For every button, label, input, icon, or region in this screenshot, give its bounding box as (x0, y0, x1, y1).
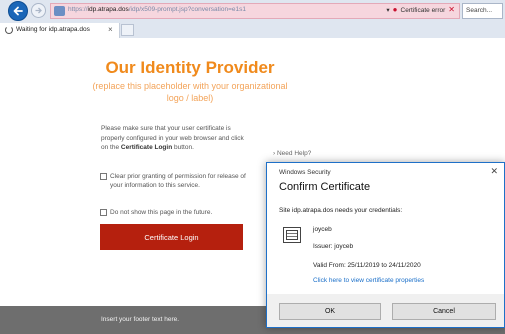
dialog-close-icon[interactable]: ✕ (490, 166, 498, 177)
address-bar[interactable]: https://idp.atrapa.dos/idp/x509-prompt.j… (50, 3, 460, 19)
clear-consent-label: Clear prior granting of permission for r… (110, 173, 246, 189)
certificate-issuer: Issuer: joyceb (313, 243, 354, 250)
tab-active[interactable]: Waiting for idp.atrapa.dos × (0, 23, 120, 38)
tab-title: Waiting for idp.atrapa.dos (16, 26, 90, 33)
confirm-certificate-dialog: Windows Security ✕ Confirm Certificate S… (266, 162, 505, 328)
certificate-name[interactable]: joyceb (313, 226, 332, 233)
url-text: https://idp.atrapa.dos/idp/x509-prompt.j… (68, 6, 246, 13)
instructions-text: Please make sure that your user certific… (101, 125, 244, 151)
address-dropdown-icon[interactable]: ▾ (386, 6, 389, 14)
dialog-button-bar: OK Cancel (267, 294, 504, 327)
browser-chrome: https://idp.atrapa.dos/idp/x509-prompt.j… (0, 0, 505, 38)
certificate-error-group: ▾ ● Certificate error ✕ (386, 5, 455, 15)
dialog-message: Site idp.atrapa.dos needs your credentia… (279, 207, 403, 214)
view-certificate-properties-link[interactable]: Click here to view certificate propertie… (313, 277, 424, 284)
back-button[interactable] (8, 1, 28, 21)
certificate-error-label[interactable]: Certificate error (401, 7, 446, 14)
page-title: Our Identity Provider (105, 58, 275, 77)
need-help-link[interactable]: › Need Help? (273, 150, 311, 157)
arrow-left-icon (13, 6, 23, 16)
forward-button[interactable] (31, 3, 46, 18)
footer-text: Insert your footer text here. (101, 316, 180, 323)
close-icon[interactable]: ✕ (448, 6, 455, 14)
site-favicon-icon (54, 6, 65, 16)
loading-spinner-icon (5, 26, 13, 34)
certificate-login-button[interactable]: Certificate Login (100, 224, 243, 250)
tab-close-icon[interactable]: × (108, 25, 113, 34)
dialog-caption: Windows Security (279, 169, 331, 176)
arrow-right-icon (35, 7, 42, 14)
clear-consent-option[interactable]: Clear prior granting of permission for r… (100, 172, 250, 190)
dont-show-label: Do not show this page in the future. (110, 209, 213, 216)
dont-show-option[interactable]: Do not show this page in the future. (100, 208, 250, 217)
page-subtitle: (replace this placeholder with your orga… (92, 81, 288, 103)
dialog-title: Confirm Certificate (279, 181, 371, 193)
cancel-button[interactable]: Cancel (392, 303, 496, 320)
search-input[interactable]: Search... (462, 3, 503, 19)
new-tab-button[interactable] (121, 24, 134, 36)
certificate-icon (283, 227, 301, 243)
certificate-error-shield-icon: ● (392, 5, 398, 14)
clear-consent-checkbox[interactable] (100, 173, 107, 180)
dont-show-checkbox[interactable] (100, 209, 107, 216)
certificate-validity: Valid From: 25/11/2019 to 24/11/2020 (313, 262, 421, 269)
ok-button[interactable]: OK (279, 303, 381, 320)
